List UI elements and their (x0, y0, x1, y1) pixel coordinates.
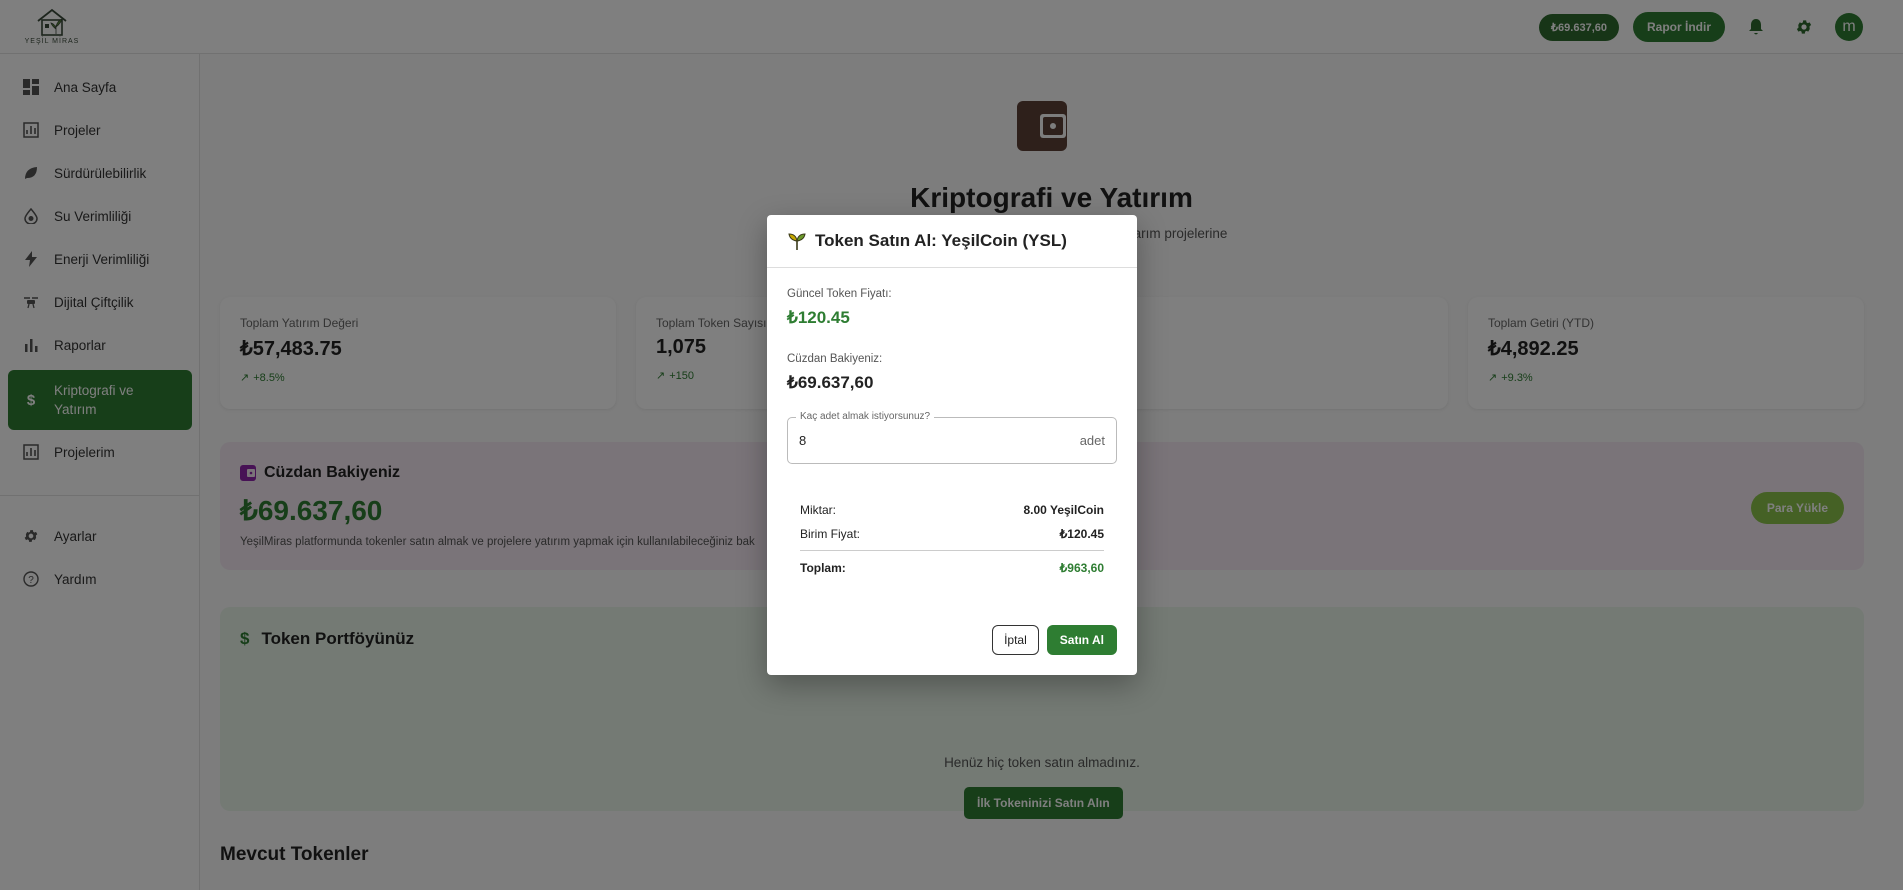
quantity-unit: adet (1079, 433, 1105, 448)
dialog-header: Token Satın Al: YeşilCoin (YSL) (767, 215, 1137, 268)
summary-row-total: Toplam: ₺963,60 (800, 561, 1104, 575)
quantity-input[interactable]: Kaç adet almak istiyorsunuz? 8 adet (787, 411, 1117, 464)
balance-label: Cüzdan Bakiyeniz: (787, 353, 883, 365)
quantity-label: Kaç adet almak istiyorsunuz? (796, 411, 935, 422)
price-label: Güncel Token Fiyatı: (787, 288, 892, 300)
summary-divider (800, 550, 1104, 551)
dialog-title: Token Satın Al: YeşilCoin (YSL) (815, 231, 1067, 250)
cancel-button[interactable]: İptal (992, 625, 1039, 655)
buy-button[interactable]: Satın Al (1046, 625, 1117, 655)
summary-row-amount: Miktar: 8.00 YeşilCoin (800, 503, 1104, 517)
purchase-summary: Miktar: 8.00 YeşilCoin Birim Fiyat: ₺120… (787, 498, 1117, 580)
quantity-value[interactable]: 8 (799, 433, 806, 448)
balance-value: ₺69.637,60 (787, 373, 874, 392)
buy-token-dialog: Token Satın Al: YeşilCoin (YSL) Güncel T… (767, 215, 1137, 675)
summary-row-unit-price: Birim Fiyat: ₺120.45 (800, 527, 1104, 541)
sprout-icon (787, 231, 807, 251)
price-value: ₺120.45 (787, 308, 850, 327)
